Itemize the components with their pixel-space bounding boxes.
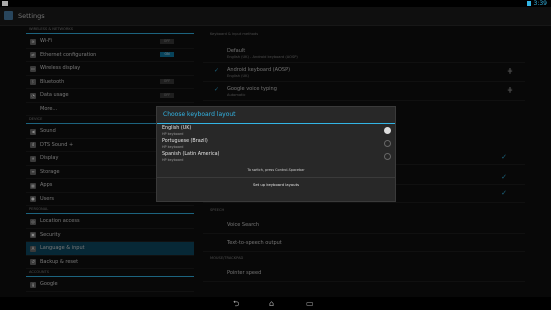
layout-option-portuguese-brazil[interactable]: Portuguese (Brazil) HP keyboard: [157, 137, 395, 150]
battery-icon: [527, 1, 531, 6]
home-icon[interactable]: ⌂: [269, 299, 274, 308]
option-sub: HP keyboard: [162, 144, 184, 149]
radio-unselected-icon[interactable]: [384, 140, 391, 147]
navigation-bar: ⮌ ⌂ ▭: [0, 297, 551, 310]
radio-unselected-icon[interactable]: [384, 153, 391, 160]
dialog-title: Choose keyboard layout: [157, 107, 395, 124]
radio-selected-icon[interactable]: [384, 127, 391, 134]
option-name: Spanish (Latin America): [162, 152, 220, 157]
choose-keyboard-layout-dialog: Choose keyboard layout English (UK) HP k…: [156, 106, 396, 202]
back-icon[interactable]: ⮌: [233, 299, 239, 308]
option-sub: HP keyboard: [162, 157, 184, 162]
layout-option-english-uk[interactable]: English (UK) HP keyboard: [157, 124, 395, 137]
layout-option-spanish-latam[interactable]: Spanish (Latin America) HP keyboard: [157, 150, 395, 163]
setup-keyboard-layouts-button[interactable]: Set up keyboard layouts: [157, 177, 395, 192]
clock: 3:39: [533, 0, 547, 7]
option-sub: HP keyboard: [162, 131, 184, 136]
status-bar: 3:39: [0, 0, 551, 7]
switch-hint: To switch, press Control-Spacebar: [247, 168, 305, 172]
option-name: Portuguese (Brazil): [162, 139, 208, 144]
notification-icon: [2, 1, 8, 6]
recent-apps-icon[interactable]: ▭: [306, 299, 314, 308]
option-name: English (UK): [162, 126, 192, 131]
